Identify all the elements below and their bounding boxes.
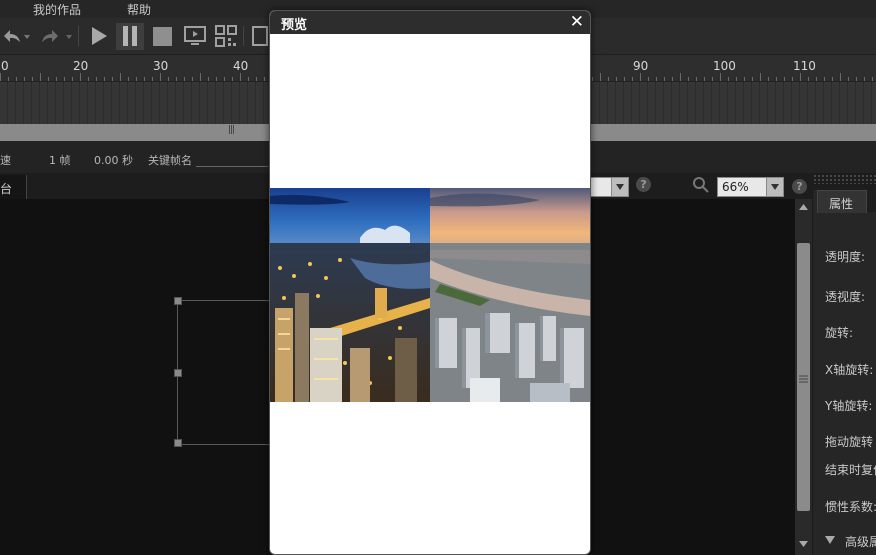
- advanced-properties-label: 高级属性: [845, 535, 876, 549]
- advanced-properties-toggle[interactable]: 高级属性: [825, 533, 876, 551]
- splitter-grip-icon[interactable]: |||: [228, 125, 235, 135]
- scroll-up-icon[interactable]: [799, 204, 808, 210]
- ruler-tick-label: 30: [153, 59, 169, 73]
- help-icon[interactable]: ?: [636, 177, 651, 192]
- zoom-select[interactable]: 66%: [717, 177, 784, 197]
- stop-icon[interactable]: [151, 24, 175, 48]
- ruler-tick-label: 90: [633, 59, 649, 73]
- preview-dialog: 预览 ✕: [269, 10, 591, 555]
- selection-box[interactable]: [177, 300, 278, 445]
- preview-dialog-title: 预览: [281, 18, 308, 33]
- rotation-label: 旋转:: [825, 326, 854, 340]
- ruler-tick-label: 20: [73, 59, 89, 73]
- pause-button[interactable]: [116, 23, 144, 50]
- resize-handle[interactable]: [174, 297, 182, 305]
- undo-icon[interactable]: [0, 24, 24, 48]
- preview-screen-icon[interactable]: [183, 24, 207, 48]
- chevron-down-icon: [766, 178, 783, 196]
- keyframe-name-input[interactable]: [196, 166, 268, 167]
- tab-next[interactable]: [867, 190, 876, 212]
- frame-count: 1 帧: [49, 154, 71, 167]
- reset-on-end-label: 结束时复位: [825, 463, 876, 477]
- zoom-value: 66%: [722, 180, 749, 194]
- canvas-select[interactable]: [590, 177, 629, 197]
- redo-icon[interactable]: [38, 24, 62, 48]
- undo-dropdown-icon[interactable]: [22, 24, 32, 48]
- resize-handle[interactable]: [174, 369, 182, 377]
- drag-rotate-label: 拖动旋转: [825, 435, 874, 449]
- play-icon[interactable]: [87, 24, 111, 48]
- tab-properties-label: 属性: [829, 197, 854, 211]
- y-rotation-label: Y轴旋转:: [825, 399, 873, 413]
- perspective-label: 透视度:: [825, 290, 866, 304]
- menu-help[interactable]: 帮助: [127, 1, 151, 18]
- keyframe-name-label: 关键帧名: [148, 154, 192, 167]
- resize-handle[interactable]: [174, 439, 182, 447]
- ruler-tick-label: 100: [713, 59, 736, 73]
- panel-drag-handle[interactable]: [813, 174, 876, 184]
- redo-dropdown-icon[interactable]: [64, 24, 74, 48]
- inertia-label: 惯性系数:: [825, 500, 876, 514]
- canvas-scrollbar[interactable]: [795, 199, 812, 555]
- tab-stage[interactable]: 台: [0, 175, 27, 199]
- qrcode-icon[interactable]: [214, 24, 238, 48]
- scroll-grip-icon: [799, 375, 808, 383]
- scroll-down-icon[interactable]: [799, 541, 808, 547]
- help-icon[interactable]: ?: [792, 179, 807, 194]
- speed-label: 速: [0, 154, 11, 167]
- ruler-tick-label: 40: [233, 59, 249, 73]
- tab-properties[interactable]: 属性: [817, 190, 867, 213]
- toolbar-divider: [78, 26, 79, 46]
- preview-image-night-city: [270, 188, 430, 402]
- toolbar-divider: [243, 26, 244, 46]
- zoom-magnifier-icon[interactable]: [692, 176, 710, 194]
- tab-stage-label: 台: [0, 182, 13, 196]
- ruler-tick-label: 0: [1, 59, 9, 73]
- time-readout: 0.00 秒: [94, 154, 133, 167]
- x-rotation-label: X轴旋转:: [825, 363, 874, 377]
- properties-panel: 属性 透明度: 透视度: 旋转: X轴旋转: Y轴旋转: 拖动旋转 结束时复位 …: [812, 174, 876, 555]
- chevron-down-icon: [611, 178, 628, 196]
- frame-icon[interactable]: [250, 24, 268, 48]
- triangle-down-icon: [825, 536, 835, 544]
- close-icon[interactable]: ✕: [570, 12, 584, 32]
- preview-dialog-header[interactable]: 预览 ✕: [270, 11, 590, 34]
- ruler-tick-label: 110: [793, 59, 816, 73]
- opacity-label: 透明度:: [825, 250, 866, 264]
- pause-icon: [123, 26, 137, 46]
- menu-my-works[interactable]: 我的作品: [33, 1, 81, 18]
- preview-image-sunset-city: [430, 188, 590, 402]
